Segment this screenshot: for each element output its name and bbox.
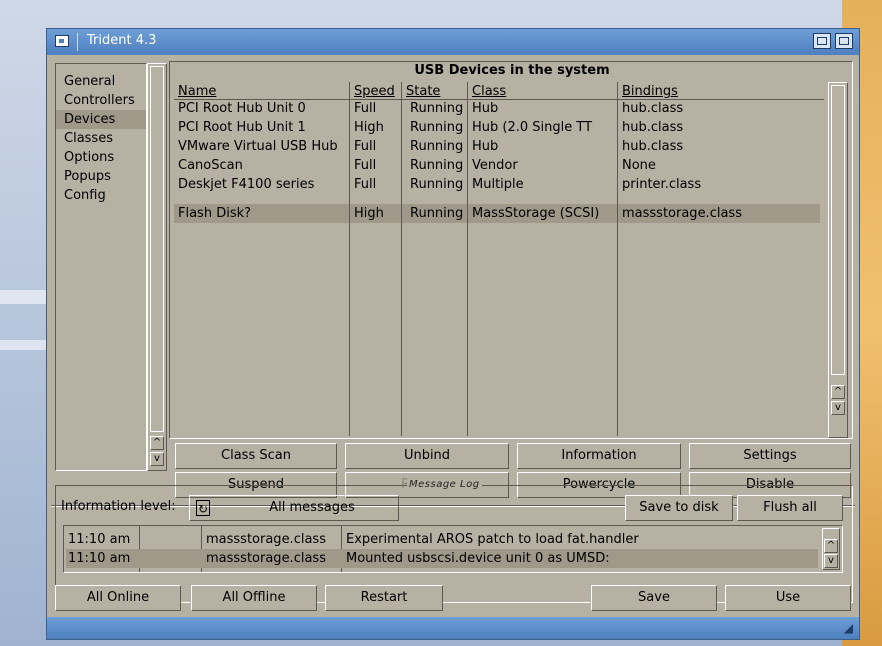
table-cell[interactable]: Running — [410, 99, 463, 118]
restart-button[interactable]: Restart — [325, 585, 443, 611]
column-class: Class Hub Hub (2.0 Single TT Hub Vendor … — [468, 82, 618, 436]
settings-button[interactable]: Settings — [689, 443, 851, 469]
titlebar-separator — [77, 33, 78, 51]
window-titlebar[interactable]: Trident 4.3 — [47, 29, 859, 55]
table-cell[interactable]: VMware Virtual USB Hub — [178, 137, 338, 156]
table-cell[interactable]: hub.class — [622, 99, 683, 118]
table-cell[interactable]: Full — [354, 99, 376, 118]
arrow-down-icon[interactable]: v — [824, 554, 838, 568]
sidebar-item-general[interactable]: General — [56, 72, 146, 91]
table-cell[interactable]: Hub (2.0 Single TT — [472, 118, 592, 137]
log-time: 11:10 am — [68, 532, 131, 547]
all-online-button[interactable]: All Online — [55, 585, 181, 611]
arrow-up-icon[interactable]: ^ — [831, 385, 845, 399]
table-cell[interactable]: Multiple — [472, 175, 524, 194]
message-log-label: Message Log — [407, 479, 482, 490]
table-cell[interactable]: Hub — [472, 99, 498, 118]
column-bindings: Bindings hub.class hub.class hub.class N… — [618, 82, 824, 436]
zoom-icon[interactable] — [813, 33, 831, 49]
table-cell[interactable]: hub.class — [622, 118, 683, 137]
table-cell[interactable]: High — [354, 204, 384, 223]
info-level-label: Information level: — [61, 499, 176, 514]
table-cell[interactable]: Running — [410, 156, 463, 175]
sidebar-item-config[interactable]: Config — [56, 186, 146, 205]
depth-icon[interactable] — [835, 33, 853, 49]
sidebar-scroll-knob[interactable] — [150, 66, 164, 432]
log-source: massstorage.class — [206, 551, 326, 566]
information-button[interactable]: Information — [517, 443, 681, 469]
sidebar-item-classes[interactable]: Classes — [56, 129, 146, 148]
all-offline-button[interactable]: All Offline — [191, 585, 317, 611]
message-log-list[interactable]: 11:10 am massstorage.class Experimental … — [63, 525, 843, 573]
arrow-down-icon[interactable]: v — [150, 452, 164, 466]
window-statusbar: ◢ — [47, 617, 859, 639]
table-cell[interactable]: None — [622, 156, 656, 175]
table-cell[interactable]: hub.class — [622, 137, 683, 156]
table-cell[interactable]: massstorage.class — [622, 204, 742, 223]
table-cell[interactable]: Running — [410, 204, 463, 223]
log-message: Mounted usbscsi.device unit 0 as UMSD: — [346, 551, 610, 566]
sidebar-item-devices[interactable]: Devices — [56, 110, 146, 129]
table-cell[interactable]: Hub — [472, 137, 498, 156]
sidebar-item-options[interactable]: Options — [56, 148, 146, 167]
table-cell[interactable]: PCI Root Hub Unit 0 — [178, 99, 306, 118]
flush-all-button[interactable]: Flush all — [737, 495, 843, 521]
sidebar-item-controllers[interactable]: Controllers — [56, 91, 146, 110]
save-button[interactable]: Save — [591, 585, 717, 611]
column-name: Name PCI Root Hub Unit 0 PCI Root Hub Un… — [174, 82, 350, 436]
table-cell[interactable]: Deskjet F4100 series — [178, 175, 314, 194]
close-icon[interactable] — [55, 35, 69, 47]
table-cell[interactable]: printer.class — [622, 175, 701, 194]
column-state: State Running Running Running Running Ru… — [402, 82, 468, 436]
cycle-icon: ↻ — [196, 500, 210, 516]
sidebar: General Controllers Devices Classes Opti… — [55, 63, 167, 471]
resize-grip-icon[interactable]: ◢ — [844, 621, 853, 635]
table-cell[interactable]: Full — [354, 175, 376, 194]
devices-scroll-knob[interactable] — [831, 85, 845, 375]
table-cell[interactable]: Full — [354, 156, 376, 175]
devices-title: USB Devices in the system — [414, 63, 610, 78]
desktop-stripe — [0, 340, 46, 350]
arrow-up-icon[interactable]: ^ — [150, 436, 164, 450]
table-cell[interactable]: Vendor — [472, 156, 518, 175]
devices-scrollbar[interactable]: ^ v — [828, 82, 848, 438]
unbind-button[interactable]: Unbind — [345, 443, 509, 469]
sidebar-list[interactable]: General Controllers Devices Classes Opti… — [55, 63, 147, 471]
arrow-up-icon[interactable]: ^ — [824, 539, 838, 553]
log-entry[interactable]: 11:10 am massstorage.class Mounted usbsc… — [66, 549, 818, 568]
window-title: Trident 4.3 — [87, 33, 157, 48]
window-content: General Controllers Devices Classes Opti… — [47, 55, 859, 617]
table-cell[interactable]: High — [354, 118, 384, 137]
use-button[interactable]: Use — [725, 585, 851, 611]
desktop-stripe — [0, 290, 46, 304]
class-scan-button[interactable]: Class Scan — [175, 443, 337, 469]
devices-table[interactable]: Name PCI Root Hub Unit 0 PCI Root Hub Un… — [174, 82, 824, 438]
sidebar-item-popups[interactable]: Popups — [56, 167, 146, 186]
table-cell[interactable]: CanoScan — [178, 156, 243, 175]
info-level-value: All messages — [269, 500, 355, 515]
header-divider — [174, 99, 824, 100]
sidebar-scrollbar[interactable]: ^ v — [147, 63, 167, 471]
table-cell[interactable]: PCI Root Hub Unit 1 — [178, 118, 306, 137]
devices-panel: USB Devices in the system Name PCI Root … — [169, 61, 853, 439]
log-time: 11:10 am — [68, 551, 131, 566]
log-message: Experimental AROS patch to load fat.hand… — [346, 532, 639, 547]
table-cell[interactable]: MassStorage (SCSI) — [472, 204, 599, 223]
table-cell[interactable]: Running — [410, 137, 463, 156]
log-source: massstorage.class — [206, 532, 326, 547]
arrow-down-icon[interactable]: v — [831, 401, 845, 415]
table-cell[interactable]: Running — [410, 118, 463, 137]
log-scrollbar[interactable]: ^ v — [822, 528, 840, 570]
trident-window: Trident 4.3 General Controllers Devices … — [46, 28, 860, 640]
column-speed: Speed Full High Full Full Full High — [350, 82, 402, 436]
save-to-disk-button[interactable]: Save to disk — [625, 495, 733, 521]
table-cell[interactable]: Full — [354, 137, 376, 156]
table-cell[interactable]: Flash Disk? — [178, 204, 251, 223]
table-cell[interactable]: Running — [410, 175, 463, 194]
info-level-cycle[interactable]: ↻ All messages — [189, 495, 399, 521]
